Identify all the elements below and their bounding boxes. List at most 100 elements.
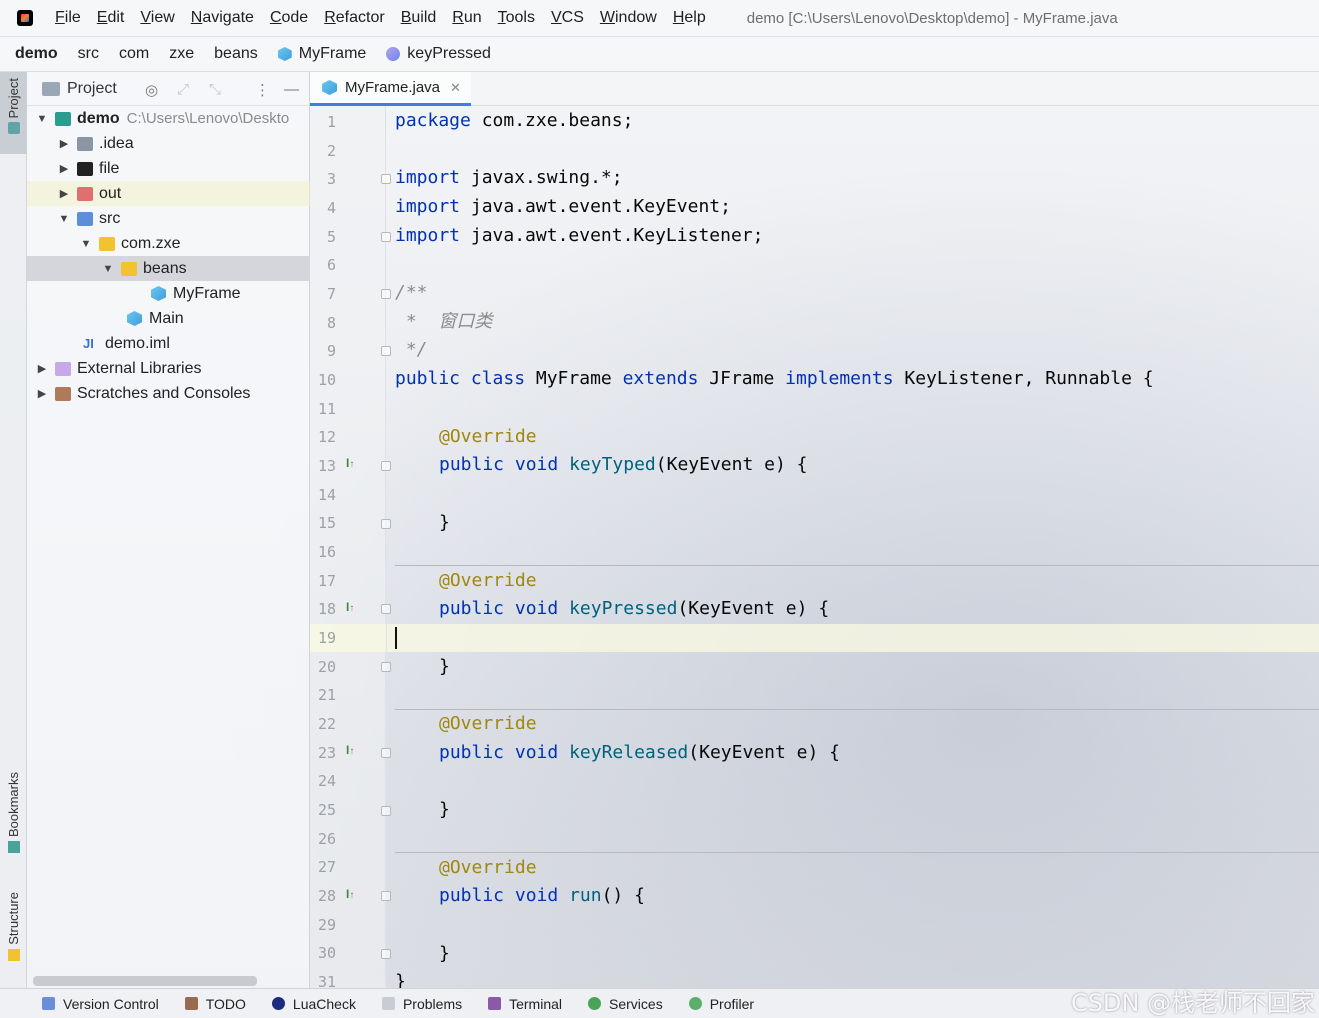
- java-class-icon: [151, 286, 166, 301]
- line-number: 28: [317, 887, 336, 905]
- structure-tool-tab[interactable]: Structure: [0, 892, 27, 976]
- tree-item-beans[interactable]: ▼ beans: [27, 256, 310, 281]
- implement-method-icon[interactable]: I: [346, 600, 354, 614]
- tree-item-file[interactable]: ▶ file: [27, 156, 310, 181]
- menu-code[interactable]: Code: [270, 9, 308, 27]
- menu-navigate[interactable]: Navigate: [191, 9, 254, 27]
- breadcrumb-myframe[interactable]: MyFrame: [277, 45, 367, 63]
- implement-method-icon[interactable]: I: [346, 743, 354, 757]
- menu-bar: File Edit View Navigate Code Refactor Bu…: [0, 0, 1319, 36]
- tree-item-label: .idea: [99, 134, 134, 152]
- chevron-right-icon[interactable]: ▶: [35, 362, 49, 375]
- chevron-right-icon[interactable]: ▶: [57, 137, 71, 150]
- breadcrumb-demo[interactable]: demo: [15, 45, 58, 63]
- version-control-button[interactable]: Version Control: [42, 996, 159, 1012]
- line-number: 29: [317, 916, 336, 934]
- code-line: import java.awt.event.KeyListener;: [395, 225, 764, 246]
- implement-method-icon[interactable]: I: [346, 887, 354, 901]
- menu-build[interactable]: Build: [401, 9, 437, 27]
- chevron-right-icon[interactable]: ▶: [35, 387, 49, 400]
- line-number: 20: [317, 658, 336, 676]
- menu-vcs[interactable]: VCS: [551, 9, 584, 27]
- hide-panel-icon[interactable]: —: [284, 81, 299, 98]
- implement-method-icon[interactable]: I: [346, 456, 354, 470]
- left-tool-strip: Project Bookmarks Structure: [0, 72, 27, 988]
- close-icon[interactable]: ✕: [450, 80, 461, 96]
- problems-button[interactable]: Problems: [381, 996, 462, 1012]
- services-button[interactable]: Services: [588, 996, 663, 1012]
- menu-help[interactable]: Help: [673, 9, 706, 27]
- line-number-current: 19: [310, 624, 386, 652]
- menu-file[interactable]: File: [55, 9, 81, 27]
- tree-item-label: demo.iml: [105, 334, 170, 352]
- tree-item-demo-iml[interactable]: JI demo.iml: [27, 331, 310, 356]
- breadcrumb-zxe[interactable]: zxe: [169, 45, 194, 63]
- tree-item-myframe[interactable]: MyFrame: [27, 281, 310, 306]
- breadcrumb-myframe-label: MyFrame: [298, 45, 367, 62]
- line-number: 22: [317, 715, 336, 733]
- bookmarks-tool-tab[interactable]: Bookmarks: [0, 772, 27, 872]
- line-number: 1: [326, 113, 336, 131]
- menu-edit[interactable]: Edit: [97, 9, 125, 27]
- luacheck-button[interactable]: LuaCheck: [271, 996, 356, 1012]
- services-icon: [588, 997, 602, 1010]
- chevron-down-icon[interactable]: ▼: [101, 263, 115, 275]
- problems-icon: [381, 997, 395, 1010]
- tree-item-label: External Libraries: [77, 359, 202, 377]
- menu-run[interactable]: Run: [452, 9, 481, 27]
- project-panel-title[interactable]: Project: [67, 80, 117, 98]
- profiler-button[interactable]: Profiler: [688, 995, 755, 1012]
- chevron-down-icon[interactable]: ▼: [57, 213, 71, 225]
- breadcrumb-src[interactable]: src: [78, 45, 99, 63]
- tree-item-idea[interactable]: ▶ .idea: [27, 131, 310, 156]
- expand-all-icon[interactable]: ⤢: [177, 81, 189, 98]
- tree-item-scratches[interactable]: ▶ Scratches and Consoles: [27, 381, 310, 406]
- menu-tools[interactable]: Tools: [498, 9, 535, 27]
- window-title: demo [C:\Users\Lenovo\Desktop\demo] - My…: [746, 9, 1118, 27]
- chevron-right-icon[interactable]: ▶: [57, 187, 71, 200]
- menu-window[interactable]: Window: [600, 9, 657, 27]
- folder-icon: [77, 161, 93, 176]
- line-number: 21: [317, 686, 336, 704]
- breadcrumb-keypressed[interactable]: keyPressed: [386, 45, 491, 63]
- terminal-button[interactable]: Terminal: [488, 996, 562, 1012]
- version-control-label: Version Control: [63, 995, 159, 1012]
- options-menu-icon[interactable]: ⋮: [255, 81, 270, 99]
- java-class-icon: [127, 311, 142, 326]
- profiler-icon: [688, 997, 702, 1010]
- tree-item-external-libraries[interactable]: ▶ External Libraries: [27, 356, 310, 381]
- breadcrumb-keypressed-label: keyPressed: [407, 45, 491, 62]
- branch-icon: [42, 997, 55, 1010]
- todo-button[interactable]: TODO: [184, 996, 246, 1012]
- line-number: 5: [326, 228, 336, 246]
- menu-view[interactable]: View: [140, 9, 174, 27]
- line-number: 16: [317, 543, 336, 561]
- code-line: public void keyPressed(KeyEvent e) {: [439, 598, 830, 619]
- collapse-all-icon[interactable]: ⤡: [209, 81, 221, 98]
- code-line: public void keyTyped(KeyEvent e) {: [439, 454, 808, 475]
- breadcrumb-beans[interactable]: beans: [214, 45, 258, 63]
- structure-tool-label: Structure: [6, 892, 21, 945]
- horizontal-scrollbar[interactable]: [33, 976, 257, 986]
- tree-item-src[interactable]: ▼ src: [27, 206, 310, 231]
- tree-item-out[interactable]: ▶ out: [27, 181, 310, 206]
- code-editor[interactable]: package com.zxe.beans; import javax.swin…: [387, 106, 1319, 988]
- line-number: 23: [317, 744, 336, 762]
- chevron-down-icon[interactable]: ▼: [35, 113, 49, 125]
- breadcrumb-com[interactable]: com: [119, 45, 149, 63]
- tab-myframe-java[interactable]: MyFrame.java ✕: [310, 72, 471, 106]
- chevron-down-icon[interactable]: ▼: [79, 238, 93, 250]
- tree-item-demo[interactable]: ▼ demo C:\Users\Lenovo\Deskto: [27, 106, 310, 131]
- code-line: public void keyReleased(KeyEvent e) {: [439, 742, 840, 763]
- project-tree: ▼ demo C:\Users\Lenovo\Deskto ▶ .idea ▶ …: [27, 106, 310, 406]
- structure-icon: [7, 948, 20, 961]
- project-tool-tab[interactable]: Project: [0, 72, 27, 154]
- chevron-right-icon[interactable]: ▶: [57, 162, 71, 175]
- profiler-label: Profiler: [709, 995, 755, 1012]
- line-number: 7: [326, 285, 336, 303]
- tree-item-main[interactable]: Main: [27, 306, 310, 331]
- todo-list-icon: [184, 997, 198, 1010]
- menu-refactor[interactable]: Refactor: [324, 9, 384, 27]
- locate-file-icon[interactable]: ◎: [145, 81, 158, 99]
- tree-item-com-zxe[interactable]: ▼ com.zxe: [27, 231, 310, 256]
